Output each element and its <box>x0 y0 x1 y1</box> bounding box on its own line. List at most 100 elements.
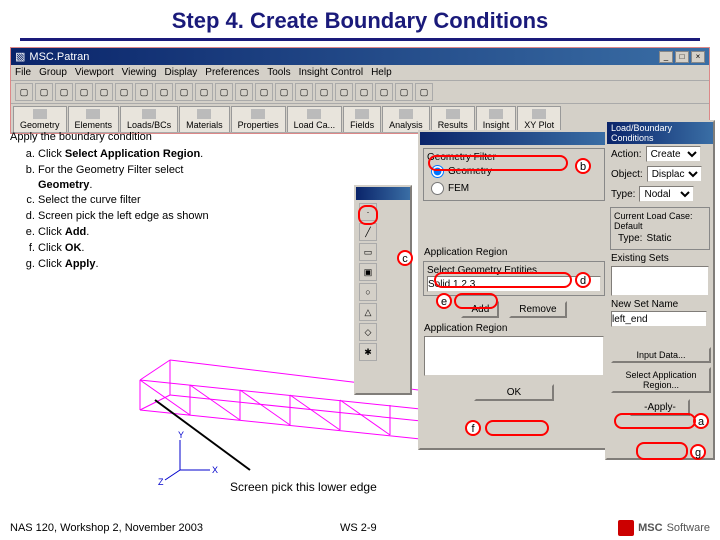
marker-g-oval <box>636 442 688 460</box>
tool-icon[interactable]: ▢ <box>295 83 313 101</box>
tool-icon[interactable]: ▢ <box>195 83 213 101</box>
tab-elements[interactable]: Elements <box>68 106 120 132</box>
marker-c-oval <box>358 205 378 225</box>
tool-icon[interactable]: ▢ <box>95 83 113 101</box>
fem-radio-label: FEM <box>448 183 469 194</box>
filter-node-icon[interactable]: ○ <box>359 283 377 301</box>
dialog-title <box>420 132 608 145</box>
select-region-button[interactable]: Select Application Region... <box>611 367 711 393</box>
svg-text:X: X <box>212 465 218 475</box>
tab-loadcase[interactable]: Load Ca... <box>287 106 343 132</box>
menu-tools[interactable]: Tools <box>267 67 290 78</box>
tool-icon[interactable]: ▢ <box>375 83 393 101</box>
tool-icon[interactable]: ▢ <box>75 83 93 101</box>
lower-edge-caption: Screen pick this lower edge <box>230 480 377 494</box>
slide-title: Step 4. Create Boundary Conditions <box>0 0 720 38</box>
marker-d-oval <box>434 272 572 288</box>
tool-icon[interactable]: ▢ <box>255 83 273 101</box>
menu-insight[interactable]: Insight Control <box>299 67 363 78</box>
remove-button[interactable]: Remove <box>509 301 566 318</box>
step-b: For the Geometry Filter select Geometry. <box>38 163 220 193</box>
object-label: Object: <box>611 169 643 180</box>
tab-properties[interactable]: Properties <box>231 106 286 132</box>
title-underline <box>20 38 700 41</box>
existing-sets-listbox[interactable] <box>611 266 709 296</box>
tab-fields[interactable]: Fields <box>343 106 381 132</box>
load-case-label: Current Load Case: <box>614 211 706 221</box>
new-set-input[interactable] <box>611 311 707 327</box>
tool-icon[interactable]: ▢ <box>175 83 193 101</box>
load-case-value: Default <box>614 221 706 231</box>
marker-a-oval <box>614 413 696 429</box>
filter-surface-icon[interactable]: ▭ <box>359 243 377 261</box>
tool-icon[interactable]: ▢ <box>395 83 413 101</box>
palette-title <box>356 187 410 200</box>
tool-icon[interactable]: ▢ <box>415 83 433 101</box>
tool-icon[interactable]: ▢ <box>115 83 133 101</box>
tool-icon[interactable]: ▢ <box>335 83 353 101</box>
tab-analysis[interactable]: Analysis <box>382 106 430 132</box>
input-data-button[interactable]: Input Data... <box>611 347 711 363</box>
marker-e: e <box>436 293 452 309</box>
type-label: Type: <box>611 189 635 200</box>
tool-icon[interactable]: ▢ <box>315 83 333 101</box>
marker-f: f <box>465 420 481 436</box>
filter-element-icon[interactable]: △ <box>359 303 377 321</box>
close-button[interactable]: × <box>691 51 705 63</box>
marker-b: b <box>575 158 591 174</box>
step-e: Click Add. <box>38 225 220 240</box>
app-region-box-label: Application Region <box>424 323 604 334</box>
menu-file[interactable]: File <box>15 67 31 78</box>
tool-icon[interactable]: ▢ <box>235 83 253 101</box>
svg-text:Z: Z <box>158 477 164 487</box>
marker-c: c <box>397 250 413 266</box>
marker-g: g <box>690 444 706 460</box>
step-a: Click Select Application Region. <box>38 147 220 162</box>
filter-curve-icon[interactable]: ╱ <box>359 223 377 241</box>
footer-logo: MSCSoftware <box>618 520 710 536</box>
tool-icon[interactable]: ▢ <box>155 83 173 101</box>
type-select[interactable]: Nodal <box>639 186 694 202</box>
tab-xyplot[interactable]: XY Plot <box>517 106 561 132</box>
load-type-label: Type: <box>618 233 642 244</box>
existing-sets-label: Existing Sets <box>611 253 709 264</box>
msc-logo-icon <box>618 520 634 536</box>
marker-e-oval <box>454 293 498 309</box>
menu-group[interactable]: Group <box>39 67 67 78</box>
tool-icon[interactable]: ▢ <box>215 83 233 101</box>
tab-loads-bcs[interactable]: Loads/BCs <box>120 106 178 132</box>
tab-results[interactable]: Results <box>431 106 475 132</box>
tool-icon[interactable]: ▢ <box>55 83 73 101</box>
menu-help[interactable]: Help <box>371 67 392 78</box>
tool-icon[interactable]: ▢ <box>135 83 153 101</box>
footer-left: NAS 120, Workshop 2, November 2003 <box>10 522 203 534</box>
tab-geometry[interactable]: Geometry <box>13 106 67 132</box>
fem-radio[interactable] <box>431 182 444 195</box>
menu-viewport[interactable]: Viewport <box>75 67 114 78</box>
tab-insight[interactable]: Insight <box>476 106 517 132</box>
tab-materials[interactable]: Materials <box>179 106 230 132</box>
menu-viewing[interactable]: Viewing <box>122 67 157 78</box>
tool-icon[interactable]: ▢ <box>275 83 293 101</box>
titlebar: ▧ MSC.Patran _ □ × <box>11 48 709 65</box>
application-region-listbox[interactable] <box>424 336 604 376</box>
svg-text:Y: Y <box>178 430 184 440</box>
filter-mpc-icon[interactable]: ◇ <box>359 323 377 341</box>
instructions-lead: Apply the boundary condition <box>10 130 220 145</box>
tool-icon[interactable]: ▢ <box>15 83 33 101</box>
lbc-title: Load/Boundary Conditions <box>607 122 713 144</box>
filter-solid-icon[interactable]: ▣ <box>359 263 377 281</box>
maximize-button[interactable]: □ <box>675 51 689 63</box>
lbc-panel: Load/Boundary Conditions Action:Create O… <box>605 120 715 460</box>
ok-button[interactable]: OK <box>474 384 554 401</box>
instructions: Apply the boundary condition Click Selec… <box>10 130 220 273</box>
tool-icon[interactable]: ▢ <box>35 83 53 101</box>
marker-f-oval <box>485 420 549 436</box>
object-select[interactable]: Displacement <box>647 166 702 182</box>
menu-display[interactable]: Display <box>165 67 198 78</box>
tool-icon[interactable]: ▢ <box>355 83 373 101</box>
filter-any-icon[interactable]: ✱ <box>359 343 377 361</box>
action-select[interactable]: Create <box>646 146 701 162</box>
menu-preferences[interactable]: Preferences <box>205 67 259 78</box>
minimize-button[interactable]: _ <box>659 51 673 63</box>
